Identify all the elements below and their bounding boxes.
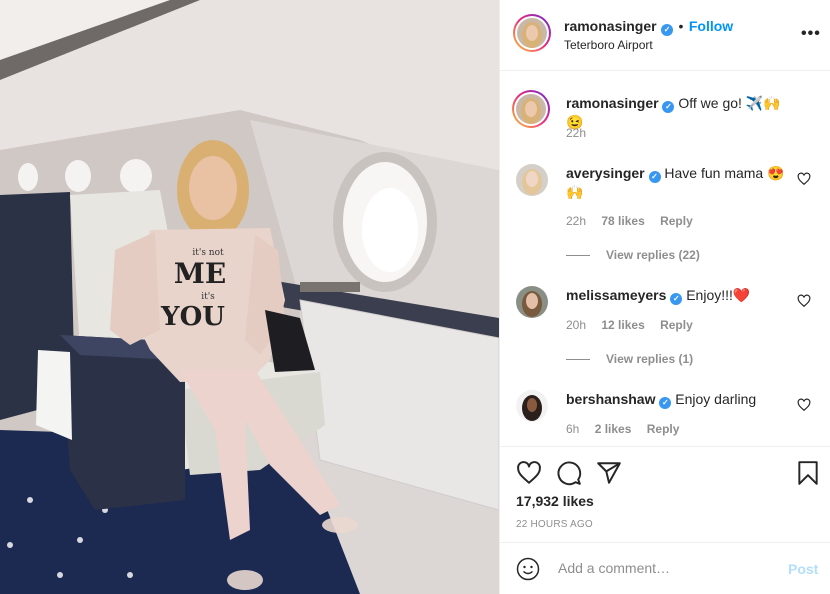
caption-avatar-ring[interactable] xyxy=(512,90,550,128)
comment-heart-icon[interactable] xyxy=(797,172,811,186)
caption-time: 22h xyxy=(566,126,587,140)
comment-username[interactable]: melissameyers xyxy=(566,287,666,303)
post-details-panel: ramonasinger ✓ • Follow Teterboro Airpor… xyxy=(499,0,830,594)
comment-meta: 6h 2 likes Reply xyxy=(566,422,679,436)
share-icon[interactable] xyxy=(596,460,622,486)
caption-username[interactable]: ramonasinger xyxy=(566,95,659,111)
verified-badge-icon: ✓ xyxy=(670,293,683,305)
avatar xyxy=(516,94,546,124)
author-username[interactable]: ramonasinger xyxy=(564,18,657,34)
verified-badge-icon: ✓ xyxy=(662,101,675,113)
comment-likes[interactable]: 12 likes xyxy=(601,318,644,332)
verified-badge-icon: ✓ xyxy=(648,171,661,183)
location-link[interactable]: Teterboro Airport xyxy=(564,38,653,52)
avatar[interactable] xyxy=(516,286,548,318)
view-replies-button[interactable]: View replies (22) xyxy=(566,248,700,262)
follow-button[interactable]: Follow xyxy=(689,18,733,34)
add-comment-bar: Post xyxy=(500,542,830,594)
view-replies-line xyxy=(566,255,590,257)
post-timestamp: 22 HOURS AGO xyxy=(516,519,593,530)
bookmark-icon[interactable] xyxy=(795,460,821,486)
emoji-icon[interactable] xyxy=(516,557,540,581)
header-separator: • xyxy=(678,18,684,34)
comment-text-block: averysinger ✓ Have fun mama 😍🙌 xyxy=(566,164,791,201)
comment-icon[interactable] xyxy=(556,460,582,486)
comment-text: Enjoy!!!❤️ xyxy=(686,287,751,303)
post-photo[interactable]: it's not ME it's YOU xyxy=(0,0,499,594)
view-replies-label: View replies (22) xyxy=(606,248,700,262)
more-horizontal-icon[interactable]: ••• xyxy=(801,25,821,43)
reply-button[interactable]: Reply xyxy=(647,422,680,436)
reply-button[interactable]: Reply xyxy=(660,214,693,228)
comment-username[interactable]: averysinger xyxy=(566,165,645,181)
caption-text-block: ramonasinger ✓ Off we go! ✈️🙌😉 xyxy=(566,94,791,131)
reply-button[interactable]: Reply xyxy=(660,318,693,332)
comment-time: 20h xyxy=(566,318,587,332)
view-replies-line xyxy=(566,359,590,361)
shirt-text-line-4: YOU xyxy=(160,302,225,332)
post-actions: 17,932 likes 22 HOURS AGO xyxy=(500,446,830,542)
view-replies-label: View replies (1) xyxy=(606,352,694,366)
shirt-text-line-3: it's xyxy=(201,292,215,302)
post-photo-illustration: it's not ME it's YOU xyxy=(0,0,499,594)
comment-likes[interactable]: 2 likes xyxy=(595,422,632,436)
comment-text-block: bershanshaw ✓ Enjoy darling xyxy=(566,390,791,409)
comment-heart-icon[interactable] xyxy=(797,294,811,308)
avatar xyxy=(517,18,547,48)
view-replies-button[interactable]: View replies (1) xyxy=(566,352,693,366)
comment-heart-icon[interactable] xyxy=(797,398,811,412)
likes-count[interactable]: 17,932 likes xyxy=(516,493,594,509)
comment-username[interactable]: bershanshaw xyxy=(566,391,655,407)
author-avatar-ring[interactable] xyxy=(513,14,551,52)
verified-badge-icon: ✓ xyxy=(659,397,672,409)
avatar[interactable] xyxy=(516,164,548,196)
heart-icon[interactable] xyxy=(516,460,542,486)
avatar[interactable] xyxy=(516,390,548,422)
comment-meta: 22h 78 likes Reply xyxy=(566,214,693,228)
comment-time: 22h xyxy=(566,214,587,228)
comment-likes[interactable]: 78 likes xyxy=(601,214,644,228)
post-header: ramonasinger ✓ • Follow Teterboro Airpor… xyxy=(500,0,830,71)
comment-text: Enjoy darling xyxy=(675,391,757,407)
comment-meta: 20h 12 likes Reply xyxy=(566,318,693,332)
author-line: ramonasinger ✓ • Follow xyxy=(564,18,733,36)
comment-text-block: melissameyers ✓ Enjoy!!!❤️ xyxy=(566,286,791,305)
post-button[interactable]: Post xyxy=(788,561,818,577)
comment-input[interactable] xyxy=(556,559,770,577)
verified-badge-icon: ✓ xyxy=(661,24,674,36)
comment-time: 6h xyxy=(566,422,580,436)
shirt-text-line-2: ME xyxy=(174,257,226,290)
